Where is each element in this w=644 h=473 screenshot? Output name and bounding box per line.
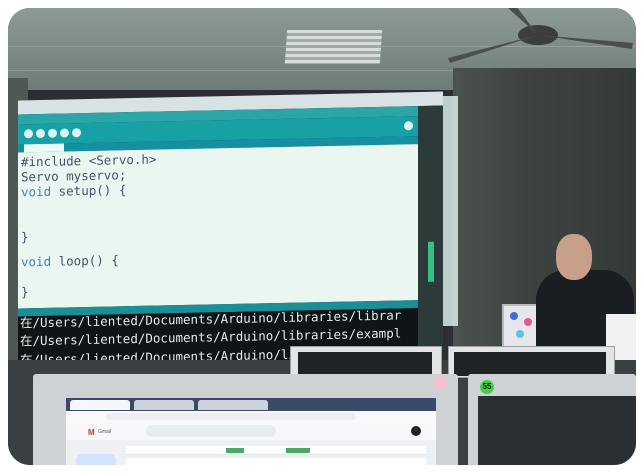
- open-file-icon: [60, 128, 69, 138]
- address-bar[interactable]: [106, 413, 356, 420]
- browser-toolbar: [66, 411, 436, 422]
- avatar[interactable]: [411, 426, 421, 436]
- code-line: void setup() {: [21, 182, 127, 200]
- code-line: }: [21, 284, 29, 300]
- browser-window: [66, 398, 436, 465]
- monitor-screen-right: [478, 396, 636, 465]
- gmail-logo-icon[interactable]: M: [88, 428, 95, 437]
- seat-number-badge: 55: [480, 380, 494, 394]
- presenter-head: [556, 234, 592, 280]
- code-line: #include <Servo.h>: [21, 151, 157, 170]
- browser-tab[interactable]: [70, 400, 130, 410]
- browser-tab[interactable]: [134, 400, 194, 410]
- air-vent: [284, 30, 383, 64]
- list-item[interactable]: [126, 458, 426, 465]
- photo-frame: #include <Servo.h> Servo myservo; void s…: [8, 8, 636, 465]
- new-file-icon: [48, 128, 57, 138]
- gmail-label: Gmail: [98, 429, 112, 435]
- code-editor: #include <Servo.h> Servo myservo; void s…: [18, 144, 418, 309]
- verify-icon: [24, 129, 33, 139]
- upload-icon: [36, 128, 45, 139]
- monitor-screen: [298, 352, 432, 376]
- projected-screen: #include <Servo.h> Servo myservo; void s…: [18, 91, 443, 383]
- laptop-sticker: [516, 330, 524, 338]
- status-icon: [433, 376, 447, 390]
- code-line: void loop() {: [21, 252, 119, 270]
- serial-monitor-icon: [404, 121, 413, 131]
- laptop-sticker: [510, 312, 518, 320]
- ceiling-fan: [448, 8, 633, 63]
- compose-button[interactable]: [76, 454, 116, 465]
- laptop-sticker: [524, 318, 532, 326]
- list-item[interactable]: [126, 446, 426, 455]
- mail-label: [286, 448, 310, 453]
- code-line: }: [21, 229, 29, 245]
- desktop-edge: [418, 105, 443, 375]
- monitor-screen: [454, 352, 606, 376]
- browser-tab-bar: [66, 398, 436, 411]
- desktop-icon: [428, 241, 434, 282]
- search-input[interactable]: [146, 425, 276, 437]
- mail-label: [226, 448, 244, 453]
- browser-tab[interactable]: [198, 400, 268, 410]
- save-file-icon: [72, 128, 81, 138]
